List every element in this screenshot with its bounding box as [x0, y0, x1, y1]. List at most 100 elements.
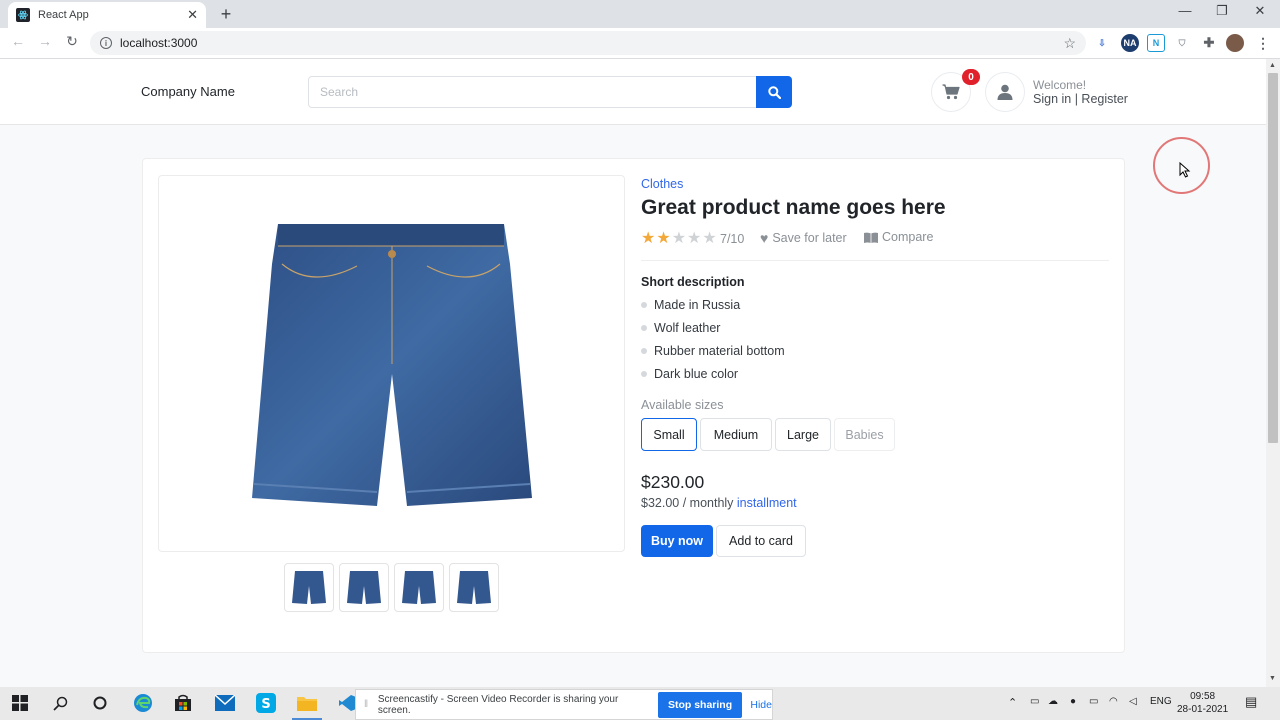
- description-bullet: Wolf leather: [641, 321, 720, 335]
- size-small-button[interactable]: Small: [641, 418, 697, 451]
- edge-icon[interactable]: [133, 693, 153, 713]
- product-title: Great product name goes here: [641, 196, 946, 219]
- denim-shorts-image: [251, 223, 532, 506]
- language-indicator[interactable]: ENG: [1150, 696, 1172, 707]
- installment-link[interactable]: installment: [737, 496, 797, 510]
- vscode-icon[interactable]: [337, 693, 357, 713]
- forward-icon[interactable]: →: [35, 33, 55, 49]
- divider: [641, 260, 1109, 261]
- cart-icon: [942, 84, 960, 100]
- bookmark-star-icon[interactable]: ☆: [1063, 35, 1076, 52]
- rating-text: 7/10: [720, 232, 745, 246]
- scrollbar-thumb[interactable]: [1268, 73, 1278, 443]
- mail-icon[interactable]: [215, 693, 235, 713]
- installment-text: $32.00 / monthly installment: [641, 496, 797, 510]
- search-input[interactable]: [308, 76, 756, 108]
- star-icon: ★: [687, 230, 702, 247]
- store-icon[interactable]: [173, 693, 193, 713]
- thumbnail-image: [292, 570, 326, 604]
- volume-icon[interactable]: ◁: [1129, 696, 1137, 707]
- company-name[interactable]: Company Name: [141, 84, 235, 99]
- tab-title: React App: [38, 9, 89, 21]
- onedrive-icon[interactable]: ☁: [1048, 696, 1058, 707]
- file-explorer-icon[interactable]: [297, 693, 317, 713]
- extension-n-icon[interactable]: N: [1147, 34, 1165, 52]
- book-icon: [864, 232, 878, 243]
- product-price: $230.00: [641, 472, 705, 492]
- size-babies-button[interactable]: Babies: [834, 418, 895, 451]
- hide-button[interactable]: Hide: [750, 699, 772, 711]
- description-bullet: Dark blue color: [641, 367, 738, 381]
- add-to-cart-button[interactable]: Add to card: [716, 525, 806, 557]
- screencastify-sharing-bar: ‖ Screencastify - Screen Video Recorder …: [355, 689, 773, 720]
- svg-text:S: S: [261, 697, 270, 712]
- user-icon: [997, 84, 1013, 100]
- buy-now-button[interactable]: Buy now: [641, 525, 713, 557]
- battery-icon[interactable]: ▭: [1089, 696, 1098, 707]
- show-hidden-icons-icon[interactable]: ⌃: [1008, 696, 1017, 709]
- cortana-icon[interactable]: [90, 693, 110, 713]
- address-bar[interactable]: i localhost:3000 ☆: [90, 31, 1086, 55]
- url-text: localhost:3000: [120, 36, 198, 50]
- short-description-title: Short description: [641, 275, 745, 289]
- browser-tab[interactable]: React App ✕: [8, 2, 206, 28]
- product-main-image[interactable]: [158, 175, 625, 552]
- thumbnail-1[interactable]: [284, 563, 334, 612]
- tablet-icon[interactable]: ▭: [1030, 696, 1039, 707]
- product-category-link[interactable]: Clothes: [641, 177, 683, 191]
- windows-start-icon[interactable]: [10, 693, 30, 713]
- description-bullet: Made in Russia: [641, 298, 740, 312]
- save-for-later-label: Save for later: [772, 231, 847, 245]
- profile-avatar-icon[interactable]: [1226, 34, 1244, 52]
- thumbnail-4[interactable]: [449, 563, 499, 612]
- clock-time: 09:58: [1190, 691, 1216, 702]
- user-button[interactable]: [985, 72, 1025, 112]
- compare-label: Compare: [882, 230, 934, 244]
- back-icon[interactable]: ←: [8, 33, 28, 49]
- drag-handle-icon[interactable]: ‖: [364, 699, 374, 710]
- extension-download-icon[interactable]: ⇩: [1093, 34, 1111, 52]
- reload-icon[interactable]: ↻: [62, 33, 82, 50]
- sharing-message: Screencastify - Screen Video Recorder is…: [377, 693, 619, 716]
- save-for-later-link[interactable]: ♥ Save for later: [760, 230, 847, 246]
- taskbar-clock[interactable]: 09:58 28-01-2021: [1177, 690, 1228, 716]
- window-close-icon[interactable]: ✕: [1250, 3, 1270, 19]
- welcome-text: Welcome!: [1033, 78, 1087, 92]
- compare-link[interactable]: Compare: [864, 230, 933, 244]
- search-icon[interactable]: [50, 693, 70, 713]
- thumbnail-image: [347, 570, 381, 604]
- browser-toolbar: ← → ↻ i localhost:3000 ☆ ⇩ NA N ⛉ ✚ ⋮: [0, 28, 1280, 59]
- extension-shield-icon[interactable]: ⛉: [1173, 34, 1191, 52]
- wifi-icon[interactable]: ◠: [1109, 696, 1118, 707]
- scroll-up-arrow-icon[interactable]: ▲: [1269, 62, 1276, 69]
- thumbnail-3[interactable]: [394, 563, 444, 612]
- thumbnail-image: [402, 570, 436, 604]
- thumbnail-2[interactable]: [339, 563, 389, 612]
- star-icon: ★: [702, 230, 717, 247]
- tab-close-icon[interactable]: ✕: [187, 7, 198, 23]
- browser-menu-icon[interactable]: ⋮: [1254, 34, 1272, 52]
- extension-na-icon[interactable]: NA: [1121, 34, 1139, 52]
- search-button[interactable]: [756, 76, 792, 108]
- stop-sharing-button[interactable]: Stop sharing: [657, 691, 743, 718]
- minimize-icon[interactable]: —: [1175, 3, 1195, 18]
- size-large-button[interactable]: Large: [775, 418, 831, 451]
- size-medium-button[interactable]: Medium: [700, 418, 772, 451]
- restore-icon[interactable]: ❐: [1212, 3, 1232, 19]
- notifications-icon[interactable]: ▤: [1245, 694, 1257, 710]
- new-tab-icon[interactable]: +: [216, 4, 236, 25]
- info-icon[interactable]: i: [100, 37, 112, 49]
- scroll-down-arrow-icon[interactable]: ▼: [1269, 675, 1276, 682]
- signin-register-link[interactable]: Sign in | Register: [1033, 92, 1128, 106]
- description-bullet: Rubber material bottom: [641, 344, 785, 358]
- thumbnail-image: [457, 570, 491, 604]
- skype-icon[interactable]: S: [256, 693, 276, 713]
- clock-date: 28-01-2021: [1177, 704, 1229, 715]
- microphone-icon[interactable]: ●: [1070, 696, 1076, 707]
- star-icon: ★: [656, 230, 671, 247]
- extensions-puzzle-icon[interactable]: ✚: [1200, 34, 1218, 52]
- heart-icon: ♥: [760, 230, 769, 246]
- cart-count-badge: 0: [962, 69, 980, 85]
- react-favicon-icon: [16, 8, 30, 22]
- search-icon: [767, 85, 781, 99]
